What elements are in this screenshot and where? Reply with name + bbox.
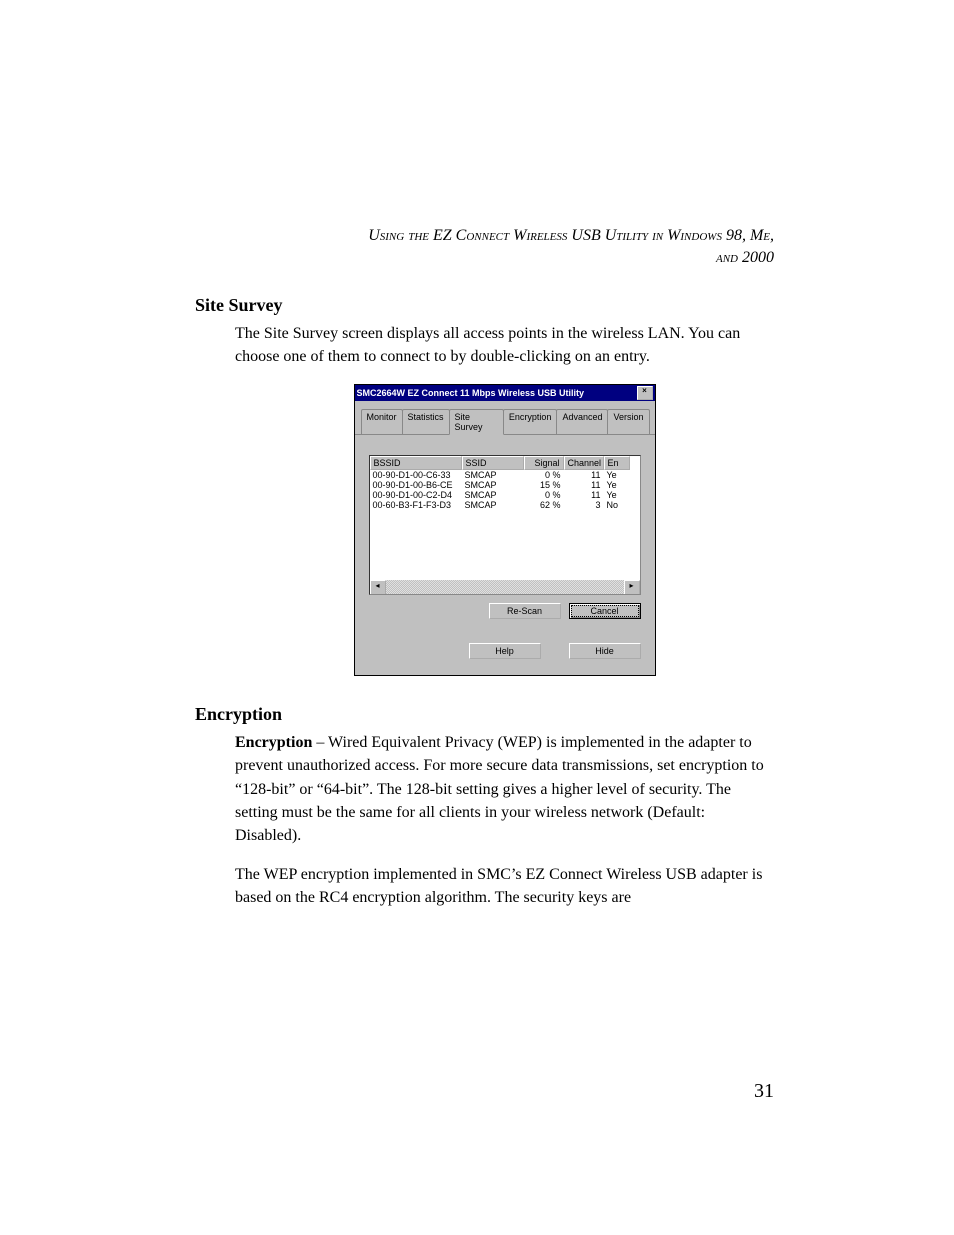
tab-advanced[interactable]: Advanced [556,409,608,434]
section-heading-site-survey: Site Survey [195,295,774,316]
cell-ssid: SMCAP [462,480,524,490]
cell-ssid: SMCAP [462,470,524,480]
cell-bssid: 00-90-D1-00-C2-D4 [370,490,462,500]
utility-dialog: SMC2664W EZ Connect 11 Mbps Wireless USB… [354,384,656,676]
table-row[interactable]: 00-90-D1-00-C2-D4 SMCAP 0 % 11 Ye [370,490,640,500]
cell-channel: 11 [564,470,604,480]
site-survey-paragraph: The Site Survey screen displays all acce… [235,322,774,368]
cell-signal: 0 % [524,490,564,500]
table-row[interactable]: 00-90-D1-00-B6-CE SMCAP 15 % 11 Ye [370,480,640,490]
encryption-paragraph-2: The WEP encryption implemented in SMC’s … [235,863,774,909]
encryption-bold: Encryption [235,734,312,751]
cell-enc: Ye [604,490,630,500]
dialog-titlebar[interactable]: SMC2664W EZ Connect 11 Mbps Wireless USB… [355,385,655,401]
cell-bssid: 00-60-B3-F1-F3-D3 [370,500,462,510]
chapter-header-line2: and 2000 [716,249,774,266]
tab-encryption[interactable]: Encryption [503,409,558,434]
ap-listview[interactable]: BSSID SSID Signal Channel En 00-90-D1-00… [369,455,641,595]
table-row[interactable]: 00-60-B3-F1-F3-D3 SMCAP 62 % 3 No [370,500,640,510]
hide-button[interactable]: Hide [569,643,641,659]
cell-channel: 11 [564,490,604,500]
encryption-paragraph-1: Encryption – Wired Equivalent Privacy (W… [235,731,774,847]
section-heading-encryption: Encryption [195,704,774,725]
close-icon[interactable]: × [637,386,653,400]
cell-ssid: SMCAP [462,490,524,500]
cell-bssid: 00-90-D1-00-B6-CE [370,480,462,490]
listview-headers: BSSID SSID Signal Channel En [370,456,640,470]
horizontal-scrollbar[interactable]: ◂ ▸ [370,580,640,594]
tab-site-survey[interactable]: Site Survey [449,409,504,435]
col-header-channel[interactable]: Channel [564,456,604,470]
page-number: 31 [754,1080,774,1103]
table-row[interactable]: 00-90-D1-00-C6-33 SMCAP 0 % 11 Ye [370,470,640,480]
cell-enc: Ye [604,470,630,480]
cell-signal: 15 % [524,480,564,490]
cell-channel: 3 [564,500,604,510]
scroll-right-icon[interactable]: ▸ [624,580,640,595]
col-header-ssid[interactable]: SSID [462,456,524,470]
chapter-header-line1: Using the EZ Connect Wireless USB Utilit… [368,227,774,244]
cancel-button[interactable]: Cancel [569,603,641,619]
listview-rows: 00-90-D1-00-C6-33 SMCAP 0 % 11 Ye 00-90-… [370,470,640,510]
tab-monitor[interactable]: Monitor [361,409,403,434]
cell-enc: Ye [604,480,630,490]
cell-signal: 62 % [524,500,564,510]
cell-signal: 0 % [524,470,564,480]
col-header-bssid[interactable]: BSSID [370,456,462,470]
col-header-encryption[interactable]: En [604,456,630,470]
chapter-header: Using the EZ Connect Wireless USB Utilit… [235,225,774,270]
rescan-button[interactable]: Re-Scan [489,603,561,619]
encryption-p1-rest: – Wired Equivalent Privacy (WEP) is impl… [235,734,764,844]
scroll-left-icon[interactable]: ◂ [370,580,386,595]
cell-channel: 11 [564,480,604,490]
dialog-title: SMC2664W EZ Connect 11 Mbps Wireless USB… [357,388,637,398]
tab-strip: Monitor Statistics Site Survey Encryptio… [355,401,655,435]
tab-statistics[interactable]: Statistics [402,409,450,434]
tab-version[interactable]: Version [607,409,649,434]
cell-bssid: 00-90-D1-00-C6-33 [370,470,462,480]
cell-ssid: SMCAP [462,500,524,510]
help-button[interactable]: Help [469,643,541,659]
col-header-signal[interactable]: Signal [524,456,564,470]
cell-enc: No [604,500,630,510]
